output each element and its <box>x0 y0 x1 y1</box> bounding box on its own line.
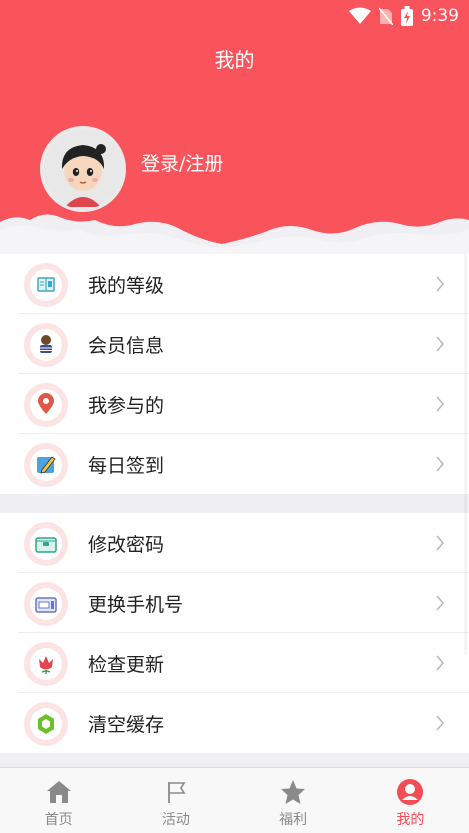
tab-welfare[interactable]: 福利 <box>235 768 352 833</box>
menu-label: 清空缓存 <box>88 713 165 736</box>
tab-label: 活动 <box>161 812 190 828</box>
tab-label: 我的 <box>396 812 425 828</box>
battery-charging-icon <box>400 6 413 26</box>
pencil-note-icon <box>23 442 69 488</box>
no-sim-icon <box>378 7 393 25</box>
scrollbar[interactable] <box>464 254 467 654</box>
menu-item-clear-cache[interactable]: 清空缓存 <box>0 693 469 753</box>
location-pin-icon <box>23 382 69 428</box>
tab-home[interactable]: 首页 <box>0 768 117 833</box>
tab-activity[interactable]: 活动 <box>117 768 234 833</box>
menu-label: 会员信息 <box>88 334 165 357</box>
menu-label: 更换手机号 <box>88 593 184 616</box>
chevron-right-icon <box>436 595 445 611</box>
member-person-icon <box>23 322 69 368</box>
menu-item-participated[interactable]: 我参与的 <box>0 374 469 434</box>
menu-item-my-level[interactable]: 我的等级 <box>0 254 469 314</box>
home-icon <box>45 778 73 806</box>
chevron-right-icon <box>436 336 445 352</box>
page-title: 我的 <box>214 48 255 72</box>
profile-screen: 我的 登录/注册 9:39 我的等级 会员信息 我参与的 每日签到 修改密码 更… <box>0 0 469 833</box>
menu-label: 我的等级 <box>88 274 165 297</box>
chevron-right-icon <box>436 715 445 731</box>
wallet-icon <box>23 521 69 567</box>
menu-label: 每日签到 <box>88 454 165 477</box>
wifi-icon <box>348 7 371 25</box>
hexagon-icon <box>23 701 69 747</box>
flag-icon <box>162 778 190 806</box>
menu-group-settings: 修改密码 更换手机号 检查更新 清空缓存 <box>0 513 469 753</box>
status-time: 9:39 <box>420 6 459 26</box>
menu-label: 修改密码 <box>88 533 165 556</box>
tab-label: 福利 <box>279 812 308 828</box>
menu-group-account: 我的等级 会员信息 我参与的 每日签到 <box>0 254 469 494</box>
menu-label: 我参与的 <box>88 394 165 417</box>
menu-item-change-password[interactable]: 修改密码 <box>0 513 469 573</box>
chevron-right-icon <box>436 396 445 412</box>
login-register-link[interactable]: 登录/注册 <box>141 149 223 176</box>
menu-item-member-info[interactable]: 会员信息 <box>0 314 469 374</box>
tab-mine[interactable]: 我的 <box>352 768 469 833</box>
chevron-right-icon <box>436 276 445 292</box>
profile-header: 我的 登录/注册 <box>0 0 469 260</box>
bottom-tab-bar: 首页 活动 福利 我的 <box>0 767 469 833</box>
chevron-right-icon <box>436 535 445 551</box>
chevron-right-icon <box>436 456 445 472</box>
avatar-cartoon-icon <box>43 129 123 209</box>
menu-item-check-update[interactable]: 检查更新 <box>0 633 469 693</box>
tab-label: 首页 <box>44 812 73 828</box>
menu-label: 检查更新 <box>88 653 165 676</box>
chevron-right-icon <box>436 655 445 671</box>
menu-item-daily-checkin[interactable]: 每日签到 <box>0 434 469 494</box>
cloud-divider <box>0 214 469 260</box>
user-icon <box>396 778 424 806</box>
level-book-icon <box>23 262 69 308</box>
star-icon <box>279 778 307 806</box>
status-bar: 9:39 <box>0 0 469 32</box>
menu-item-change-phone[interactable]: 更换手机号 <box>0 573 469 633</box>
card-icon <box>23 581 69 627</box>
flower-icon <box>23 641 69 687</box>
